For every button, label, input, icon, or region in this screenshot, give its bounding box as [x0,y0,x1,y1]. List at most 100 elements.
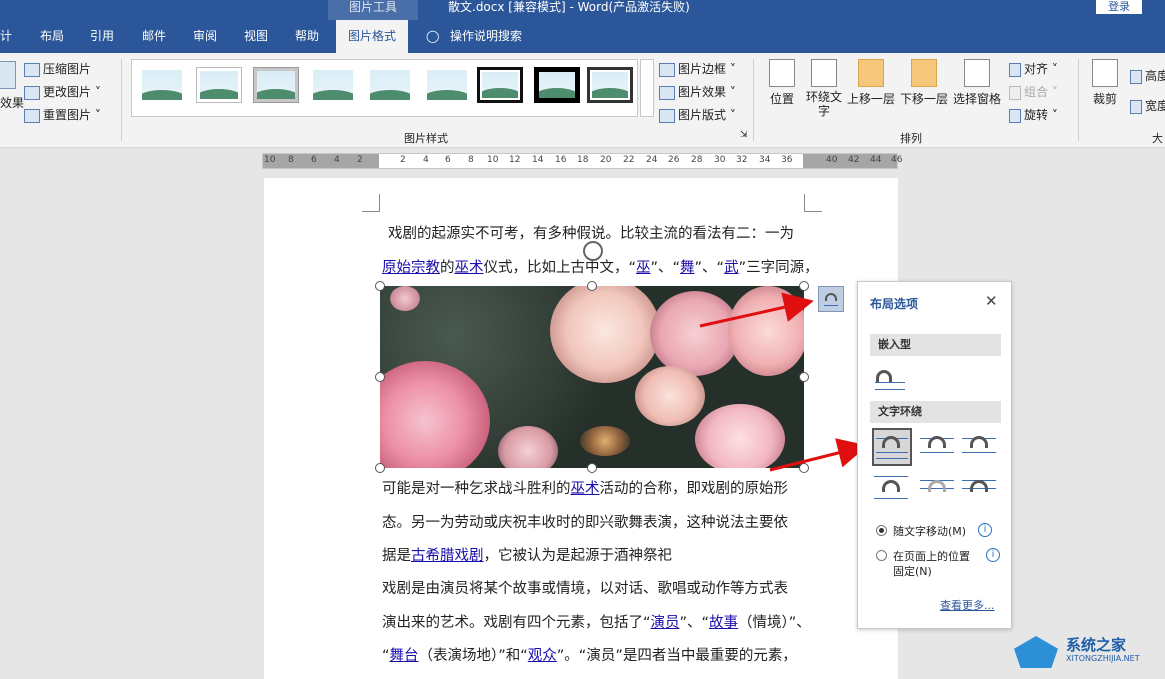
see-more-link[interactable]: 查看更多... [940,597,995,613]
hyperlink[interactable]: 观众 [528,648,557,664]
rotate-button[interactable]: 旋转 ˅ [1009,106,1058,123]
style-thumb[interactable] [196,67,242,103]
align-button[interactable]: 对齐 ˅ [1009,60,1058,77]
watermark-url: XITONGZHIJIA.NET [1066,654,1140,663]
picture-layout-icon [659,108,675,123]
fix-position-radio[interactable] [876,550,887,561]
hyperlink[interactable]: 古希腊戏剧 [411,548,484,564]
move-with-text-label: 随文字移动(M) [893,525,967,538]
tab-picture-format[interactable]: 图片格式 [336,20,409,53]
hyperlink[interactable]: 舞台 [390,648,419,664]
resize-handle[interactable] [375,281,385,291]
lightbulb-icon: ◯ [426,29,440,43]
group-button[interactable]: 组合 ˅ [1009,83,1058,100]
hyperlink[interactable]: 巫 [636,260,651,276]
horizontal-ruler[interactable]: 10 8 6 4 2 2 4 6 8 10 12 14 16 18 20 22 … [262,153,902,169]
position-button[interactable]: 位置 [766,59,798,107]
crop-button[interactable]: 裁剪 [1090,59,1120,107]
bring-forward-button[interactable]: 上移一层 [846,59,896,107]
reset-picture-button[interactable]: 重置图片 ˅ [24,106,101,123]
text-run: （情境）”、 [738,615,811,631]
selection-pane-button[interactable]: 选择窗格 [952,59,1002,107]
hyperlink[interactable]: 舞 [680,260,695,276]
layout-options-panel: 布局选项 ✕ 嵌入型 文字环绕 随文字移动(M) i 在页面上的位置 固定(N)… [857,281,1012,629]
hyperlink[interactable]: 演员 [651,615,680,631]
close-icon[interactable]: ✕ [985,292,998,310]
inline-with-text-icon[interactable] [872,364,906,396]
rotate-icon [1009,108,1021,123]
hyperlink[interactable]: 故事 [709,615,738,631]
resize-handle[interactable] [587,281,597,291]
hyperlink[interactable]: 巫术 [455,260,484,276]
rotate-handle-icon[interactable] [583,241,603,261]
tell-me-search[interactable]: 操作说明搜索 [450,20,522,53]
style-thumb[interactable] [587,67,633,103]
style-thumb[interactable] [139,67,185,103]
picture-layout-button[interactable]: 图片版式 ˅ [659,106,736,123]
align-icon [1009,62,1021,77]
picture-border-button[interactable]: 图片边框 ˅ [659,60,736,77]
wrap-text-button[interactable]: 环绕文字 [806,59,842,118]
send-backward-button[interactable]: 下移一层 [899,59,949,107]
logo-icon [1014,636,1058,668]
change-picture-button[interactable]: 更改图片 ˅ [24,83,101,100]
height-field[interactable]: 高度 [1130,67,1165,84]
artistic-effects-button[interactable]: 效果 [0,94,24,111]
tab-review[interactable]: 审阅 [193,20,217,53]
paragraph-line: 演出来的艺术。戏剧有四个元素，包括了“演员”、“故事（情境）”、 [382,611,811,632]
size-label: 大 [1152,132,1163,145]
paragraph-line: 戏剧的起源实不可考，有多种假说。比较主流的看法有二：一为 [388,226,794,242]
text-run: ”、“ [694,260,725,276]
tight-wrap-icon[interactable] [920,430,954,462]
in-front-of-text-icon[interactable] [962,474,996,506]
compress-icon [24,62,40,77]
style-thumb[interactable] [534,67,580,103]
height-icon [1130,69,1142,84]
text-run: ”、“ [650,260,681,276]
behind-text-icon[interactable] [920,474,954,506]
tab-references[interactable]: 引用 [90,20,114,53]
text-run: “ [382,648,390,664]
square-wrap-icon[interactable] [872,428,912,466]
gallery-scroll[interactable] [640,59,654,117]
picture-tools-context: 图片工具 [328,0,418,20]
style-thumb[interactable] [367,67,413,103]
login-button[interactable]: 登录 [1096,0,1142,14]
tab-layout[interactable]: 布局 [40,20,64,53]
resize-handle[interactable] [587,463,597,473]
style-thumb[interactable] [310,67,356,103]
width-field[interactable]: 宽度 [1130,97,1165,114]
tab-design[interactable]: 计 [0,20,12,53]
hyperlink[interactable]: 原始宗教 [382,260,440,276]
tab-help[interactable]: 帮助 [295,20,319,53]
divider [753,59,754,141]
paragraph-line: 可能是对一种乞求战斗胜利的巫术活动的合称，即戏剧的原始形 [382,477,788,498]
tab-view[interactable]: 视图 [244,20,268,53]
style-thumb[interactable] [253,67,299,103]
text-run: 活动的合称，即戏剧的原始形 [599,481,789,497]
text-run: 据是 [382,548,411,564]
info-icon[interactable]: i [978,523,992,537]
style-thumb[interactable] [477,67,523,103]
top-bottom-wrap-icon[interactable] [874,474,908,506]
through-wrap-icon[interactable] [962,430,996,462]
paragraph-line: 戏剧是由演员将某个故事或情境，以对话、歌唱或动作等方式表 [382,581,788,597]
artistic-effects-icon[interactable] [0,61,16,89]
text-run: （表演场地）”和“ [418,648,528,664]
watermark-logo: 系统之家 XITONGZHIJIA.NET [1010,630,1165,679]
paragraph-line: 据是古希腊戏剧，它被认为是起源于酒神祭祀 [382,544,672,565]
picture-effects-button[interactable]: 图片效果 ˅ [659,83,736,100]
compress-pictures-button[interactable]: 压缩图片 [24,60,91,77]
hyperlink[interactable]: 武 [724,260,739,276]
info-icon[interactable]: i [986,548,1000,562]
ribbon: 效果 压缩图片 更改图片 ˅ 重置图片 ˅ 图片样式 ⇲ 图片边框 ˅ 图片效果… [0,53,1165,148]
resize-handle[interactable] [375,463,385,473]
tab-mailings[interactable]: 邮件 [142,20,166,53]
style-thumb[interactable] [424,67,470,103]
text-run: 的 [440,260,455,276]
resize-handle[interactable] [375,372,385,382]
hyperlink[interactable]: 巫术 [571,481,600,497]
move-with-text-radio[interactable] [876,525,887,536]
dialog-launcher-icon[interactable]: ⇲ [740,130,748,140]
selection-pane-icon [964,59,990,87]
